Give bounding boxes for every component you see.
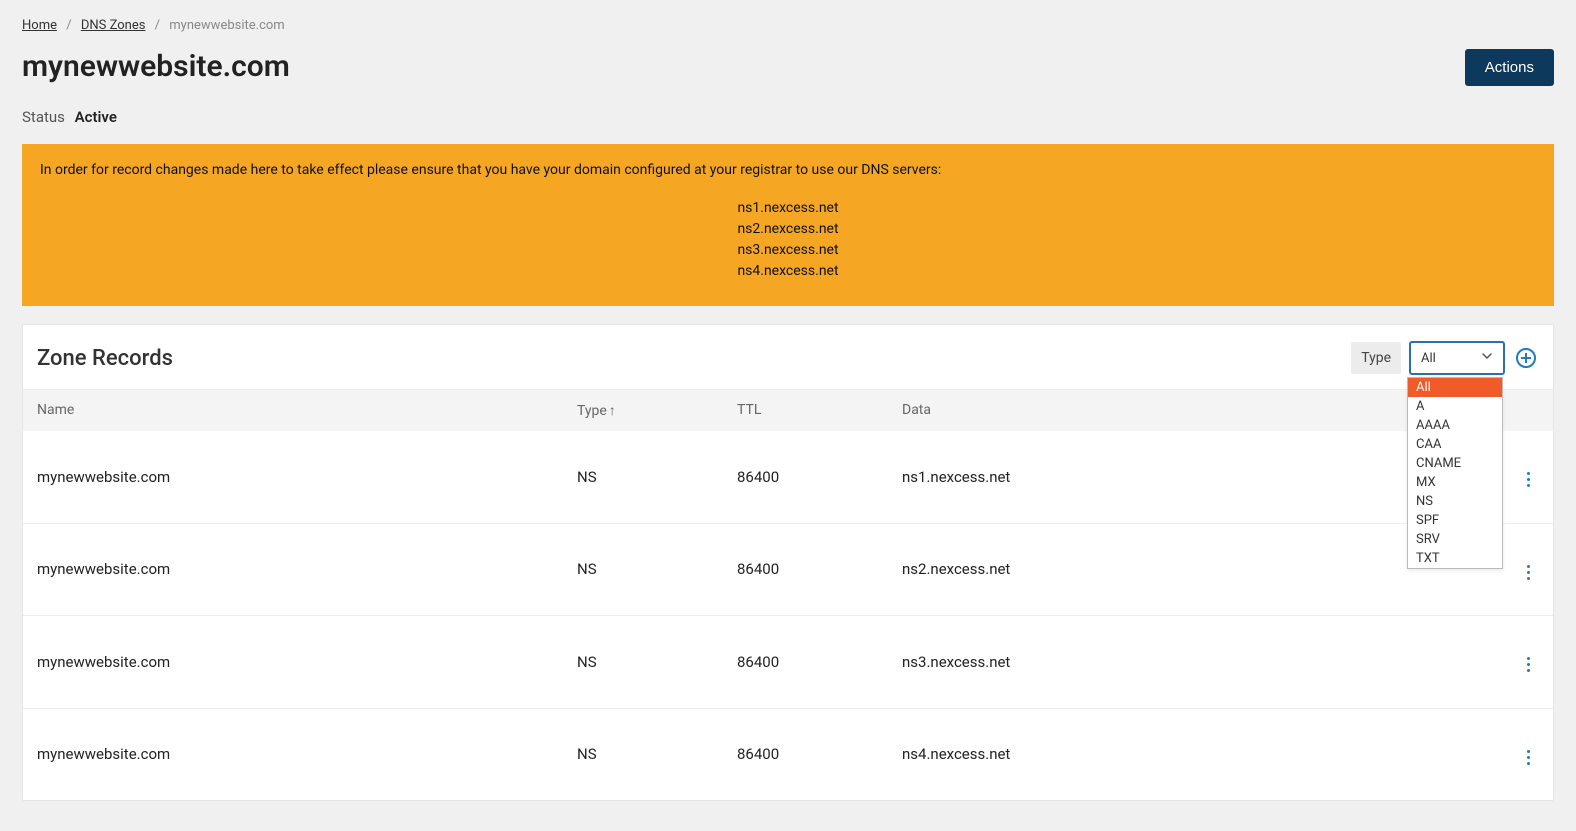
cell-data: ns3.nexcess.net	[902, 653, 1489, 671]
ns-server: ns4.nexcess.net	[40, 261, 1536, 282]
type-option-all[interactable]: All	[1408, 378, 1502, 397]
breadcrumb: Home / DNS Zones / mynewwebsite.com	[22, 18, 1554, 33]
ns-server: ns2.nexcess.net	[40, 219, 1536, 240]
cell-type: NS	[577, 560, 737, 578]
sort-ascending-icon: ↑	[609, 403, 616, 419]
col-header-data[interactable]: Data	[902, 402, 1489, 419]
add-record-button[interactable]	[1513, 345, 1539, 371]
col-header-type-label: Type	[577, 403, 607, 419]
table-row: mynewwebsite.com NS 86400 ns4.nexcess.ne…	[23, 709, 1553, 801]
cell-name: mynewwebsite.com	[37, 560, 577, 578]
cell-type: NS	[577, 468, 737, 486]
status-label: Status	[22, 108, 65, 126]
col-header-ttl[interactable]: TTL	[737, 402, 902, 419]
type-option-txt[interactable]: TXT	[1408, 549, 1502, 568]
type-filter-label: Type	[1351, 342, 1401, 374]
breadcrumb-separator: /	[155, 18, 160, 33]
type-option-srv[interactable]: SRV	[1408, 530, 1502, 549]
type-option-cname[interactable]: CNAME	[1408, 454, 1502, 473]
cell-data: ns2.nexcess.net	[902, 560, 1489, 578]
type-filter-select[interactable]: All	[1409, 341, 1505, 375]
row-actions-button[interactable]	[1517, 559, 1539, 585]
table-row: mynewwebsite.com NS 86400 ns2.nexcess.ne…	[23, 524, 1553, 617]
chevron-down-icon	[1481, 350, 1493, 366]
zone-records-title: Zone Records	[37, 346, 173, 371]
table-row: mynewwebsite.com NS 86400 ns1.nexcess.ne…	[23, 431, 1553, 524]
ns-server-list: ns1.nexcess.net ns2.nexcess.net ns3.nexc…	[40, 198, 1536, 282]
row-actions-button[interactable]	[1517, 744, 1539, 770]
actions-button[interactable]: Actions	[1465, 49, 1554, 86]
cell-ttl: 86400	[737, 653, 902, 671]
ns-server: ns1.nexcess.net	[40, 198, 1536, 219]
breadcrumb-current: mynewwebsite.com	[169, 18, 284, 33]
cell-name: mynewwebsite.com	[37, 653, 577, 671]
type-filter-dropdown: All A AAAA CAA CNAME MX NS SPF SRV TXT	[1407, 377, 1503, 569]
type-option-spf[interactable]: SPF	[1408, 511, 1502, 530]
cell-data: ns4.nexcess.net	[902, 745, 1489, 763]
table-row: mynewwebsite.com NS 86400 ns3.nexcess.ne…	[23, 616, 1553, 709]
zone-records-card: Zone Records Type All A	[22, 324, 1554, 801]
breadcrumb-home[interactable]: Home	[22, 18, 57, 33]
row-actions-button[interactable]	[1517, 467, 1539, 493]
type-filter-selected: All	[1421, 351, 1436, 366]
cell-type: NS	[577, 653, 737, 671]
cell-data: ns1.nexcess.net	[902, 468, 1489, 486]
table-header: Name Type↑ TTL Data	[23, 389, 1553, 431]
col-header-name[interactable]: Name	[37, 402, 577, 419]
breadcrumb-separator: /	[66, 18, 71, 33]
status-line: Status Active	[22, 108, 1554, 126]
cell-ttl: 86400	[737, 468, 902, 486]
cell-type: NS	[577, 745, 737, 763]
row-actions-button[interactable]	[1517, 652, 1539, 678]
type-option-ns[interactable]: NS	[1408, 492, 1502, 511]
page-title: mynewwebsite.com	[22, 49, 290, 84]
status-value: Active	[75, 108, 117, 126]
type-option-aaaa[interactable]: AAAA	[1408, 416, 1502, 435]
type-option-caa[interactable]: CAA	[1408, 435, 1502, 454]
cell-name: mynewwebsite.com	[37, 468, 577, 486]
type-option-mx[interactable]: MX	[1408, 473, 1502, 492]
type-option-a[interactable]: A	[1408, 397, 1502, 416]
dns-notice-text: In order for record changes made here to…	[40, 162, 1536, 178]
cell-ttl: 86400	[737, 560, 902, 578]
col-header-type[interactable]: Type↑	[577, 402, 737, 419]
dns-notice: In order for record changes made here to…	[22, 144, 1554, 306]
cell-ttl: 86400	[737, 745, 902, 763]
ns-server: ns3.nexcess.net	[40, 240, 1536, 261]
cell-name: mynewwebsite.com	[37, 745, 577, 763]
breadcrumb-dns-zones[interactable]: DNS Zones	[81, 18, 146, 33]
